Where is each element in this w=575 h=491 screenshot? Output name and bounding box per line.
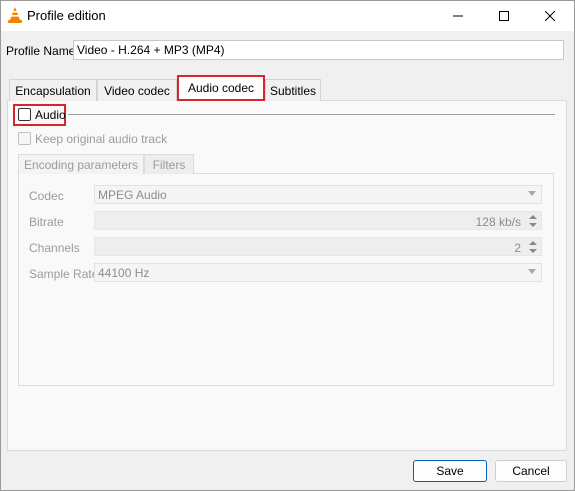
audio-checkbox-label[interactable]: Audio — [35, 108, 66, 122]
profile-name-input[interactable] — [73, 40, 564, 60]
channels-spinbox[interactable]: 2 — [94, 237, 542, 256]
spin-arrows-icon[interactable] — [528, 240, 538, 254]
minimize-icon — [453, 15, 463, 17]
profile-edition-window: Profile edition Profile Name Encapsulati… — [0, 0, 575, 491]
sample-rate-value: 44100 Hz — [98, 265, 150, 280]
tab-audio-codec[interactable]: Audio codec — [177, 75, 265, 101]
maximize-button[interactable] — [481, 1, 527, 31]
keep-original-audio-label[interactable]: Keep original audio track — [35, 132, 167, 146]
subtab-encoding-parameters[interactable]: Encoding parameters — [18, 154, 144, 174]
sample-rate-select[interactable]: 44100 Hz — [94, 263, 542, 282]
subtab-filters[interactable]: Filters — [144, 154, 194, 174]
codec-select[interactable]: MPEG Audio — [94, 185, 542, 204]
keep-original-audio-checkbox[interactable] — [18, 132, 31, 145]
bitrate-value: 128 kb/s — [475, 215, 521, 229]
bitrate-label: Bitrate — [29, 215, 64, 229]
save-button[interactable]: Save — [413, 460, 487, 482]
tab-video-codec[interactable]: Video codec — [97, 79, 177, 101]
tab-encapsulation[interactable]: Encapsulation — [9, 79, 97, 101]
sample-rate-label: Sample Rate — [29, 267, 99, 281]
channels-label: Channels — [29, 241, 80, 255]
spin-arrows-icon[interactable] — [528, 214, 538, 228]
codec-label: Codec — [29, 189, 64, 203]
chevron-down-icon — [528, 191, 536, 196]
codec-value: MPEG Audio — [98, 187, 167, 202]
close-button[interactable] — [527, 1, 573, 31]
audio-group-divider — [68, 114, 555, 115]
tab-subtitles[interactable]: Subtitles — [265, 79, 321, 101]
minimize-button[interactable] — [435, 1, 481, 31]
chevron-down-icon — [528, 269, 536, 274]
vlc-cone-icon — [7, 6, 23, 24]
maximize-icon — [499, 11, 509, 21]
profile-name-label: Profile Name — [6, 44, 76, 58]
window-title: Profile edition — [27, 8, 106, 23]
title-bar: Profile edition — [1, 1, 574, 31]
audio-checkbox[interactable] — [18, 108, 31, 121]
channels-value: 2 — [514, 241, 521, 255]
bitrate-spinbox[interactable]: 128 kb/s — [94, 211, 542, 230]
close-icon — [545, 11, 555, 21]
cancel-button[interactable]: Cancel — [495, 460, 567, 482]
